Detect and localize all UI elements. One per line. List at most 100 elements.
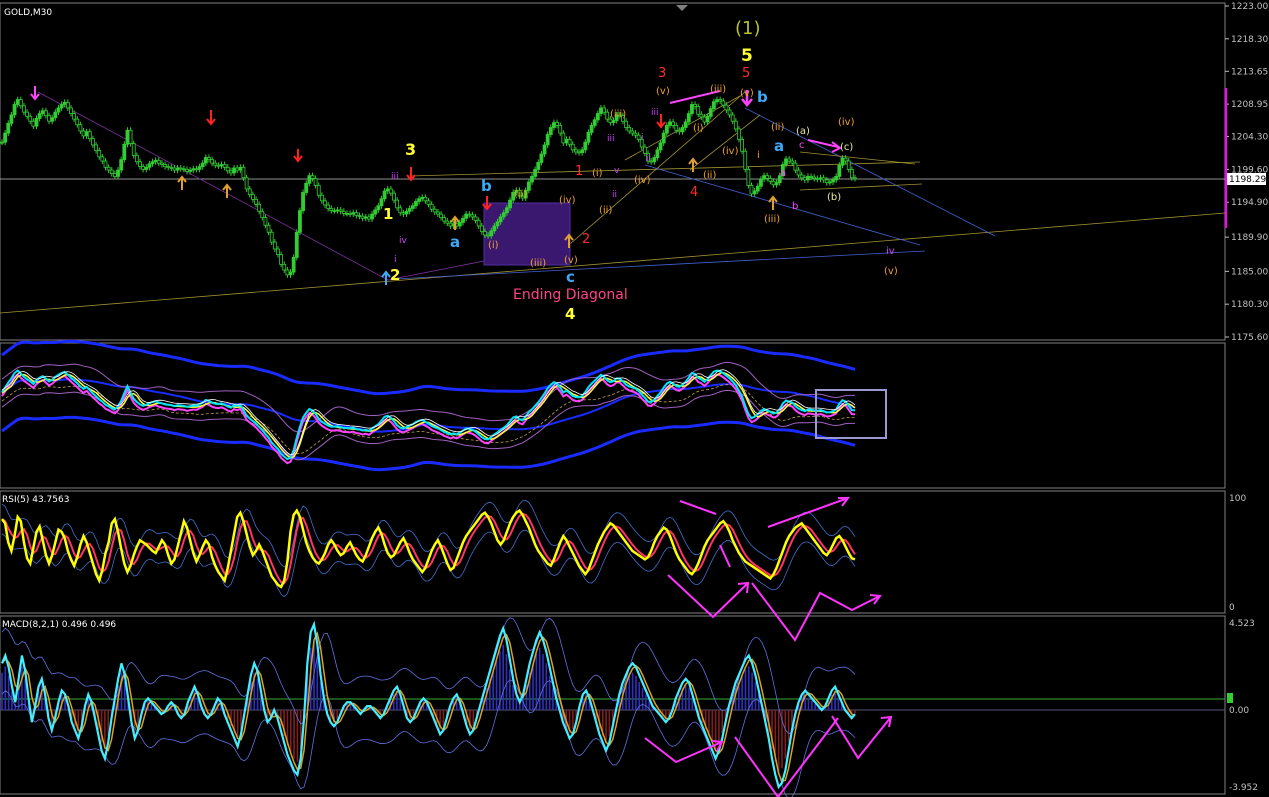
- candle-body: [633, 132, 638, 136]
- wave-label: v: [614, 166, 620, 176]
- wave-label: (iv): [559, 195, 576, 206]
- macd-tick-top: 4.523: [1229, 619, 1255, 629]
- candle-body: [846, 160, 851, 170]
- candle-body: [213, 162, 218, 166]
- candle-body: [112, 173, 117, 177]
- candle-body: [392, 192, 396, 201]
- candle-body: [323, 200, 327, 206]
- candle-body: [65, 101, 70, 109]
- symbol-label: GOLD,M30: [4, 8, 52, 18]
- candle-body: [385, 188, 390, 192]
- candle-body: [47, 115, 51, 122]
- wave-label: 3: [405, 140, 416, 159]
- candle-body: [200, 162, 205, 168]
- candle-body: [552, 122, 556, 128]
- wave-label: iv: [399, 236, 408, 246]
- wave-label: 2: [582, 232, 590, 247]
- candle-body: [241, 166, 246, 179]
- candle-body: [122, 143, 127, 161]
- candle-body: [664, 125, 669, 134]
- wave-label: (b): [827, 192, 841, 203]
- current-price-label: 1198.29: [1229, 175, 1266, 185]
- candle-body: [313, 178, 318, 186]
- candle-body: [59, 104, 64, 109]
- candle-body: [410, 205, 415, 209]
- wave-label: (iii): [610, 109, 626, 120]
- candle-body: [407, 208, 412, 212]
- candle-body: [131, 143, 136, 156]
- candle-body: [708, 108, 713, 117]
- candle-body: [153, 159, 158, 163]
- wave-label: (ii): [771, 122, 784, 133]
- candle-body: [545, 134, 550, 146]
- wave-label: (iii): [764, 214, 780, 225]
- wave-label: i: [757, 150, 760, 161]
- rsi-panel[interactable]: [0, 490, 1226, 614]
- candle-body: [765, 175, 770, 179]
- wave-label: ii: [646, 154, 651, 164]
- candle-body: [319, 194, 324, 202]
- candle-body: [536, 162, 541, 170]
- candle-body: [771, 180, 776, 186]
- candle-body: [298, 210, 302, 233]
- candle-body: [304, 182, 309, 193]
- candle-body: [759, 178, 763, 187]
- wave-label: c: [566, 268, 575, 286]
- candle-body: [22, 105, 26, 113]
- candle-body: [134, 155, 139, 163]
- candle-body: [279, 254, 284, 265]
- candle-body: [476, 219, 481, 227]
- candle-body: [426, 200, 431, 205]
- candle-body: [671, 121, 676, 126]
- candle-body: [404, 210, 409, 215]
- candle-body: [802, 177, 807, 181]
- candle-body: [203, 157, 208, 164]
- candle-body: [429, 203, 434, 210]
- candle-body: [787, 158, 792, 162]
- candle-body: [247, 188, 252, 195]
- candle-body: [489, 230, 494, 237]
- candle-body: [589, 125, 594, 133]
- trading-chart[interactable]: GOLD,M30 1223.001218.301213.651208.95120…: [0, 0, 1269, 797]
- candle-body: [244, 177, 249, 190]
- candle-body: [53, 111, 58, 119]
- wave-label: ii: [612, 190, 617, 200]
- candle-body: [395, 199, 400, 209]
- ending-diagonal-label: Ending Diagonal: [513, 287, 628, 303]
- candle-body: [147, 163, 152, 168]
- candle-body: [630, 130, 635, 134]
- candle-body: [100, 156, 105, 162]
- candle-body: [818, 177, 823, 180]
- wave-label: (v): [740, 88, 754, 99]
- candle-body: [31, 120, 36, 127]
- candle-body: [548, 127, 553, 135]
- candle-body: [160, 162, 164, 165]
- candle-body: [727, 109, 732, 116]
- candle-body: [555, 122, 559, 126]
- candle-body: [479, 225, 484, 232]
- candle-body: [401, 212, 406, 215]
- candle-body: [72, 113, 77, 120]
- candle-body: [812, 176, 817, 179]
- macd-panel[interactable]: [0, 615, 1226, 795]
- price-tick-label: 1180.30: [1231, 300, 1268, 310]
- candle-body: [824, 179, 829, 184]
- wave-label: (iii): [710, 84, 726, 95]
- wave-label: (iii): [530, 258, 546, 269]
- macd-tick-zero: 0.00: [1229, 706, 1249, 716]
- candle-body: [341, 210, 346, 214]
- candle-body: [75, 118, 80, 126]
- candle-body: [250, 194, 255, 200]
- candle-body: [730, 114, 735, 122]
- candle-body: [577, 151, 581, 154]
- candle-body: [693, 104, 697, 107]
- wave-label: (i): [693, 123, 704, 134]
- candle-body: [743, 150, 748, 170]
- candle-body: [602, 107, 607, 113]
- candle-body: [282, 263, 287, 271]
- wave-label: 1: [575, 164, 583, 179]
- candle-body: [254, 199, 258, 205]
- candle-body: [257, 203, 262, 212]
- wave-label: (iv): [634, 175, 651, 186]
- candle-body: [501, 212, 506, 218]
